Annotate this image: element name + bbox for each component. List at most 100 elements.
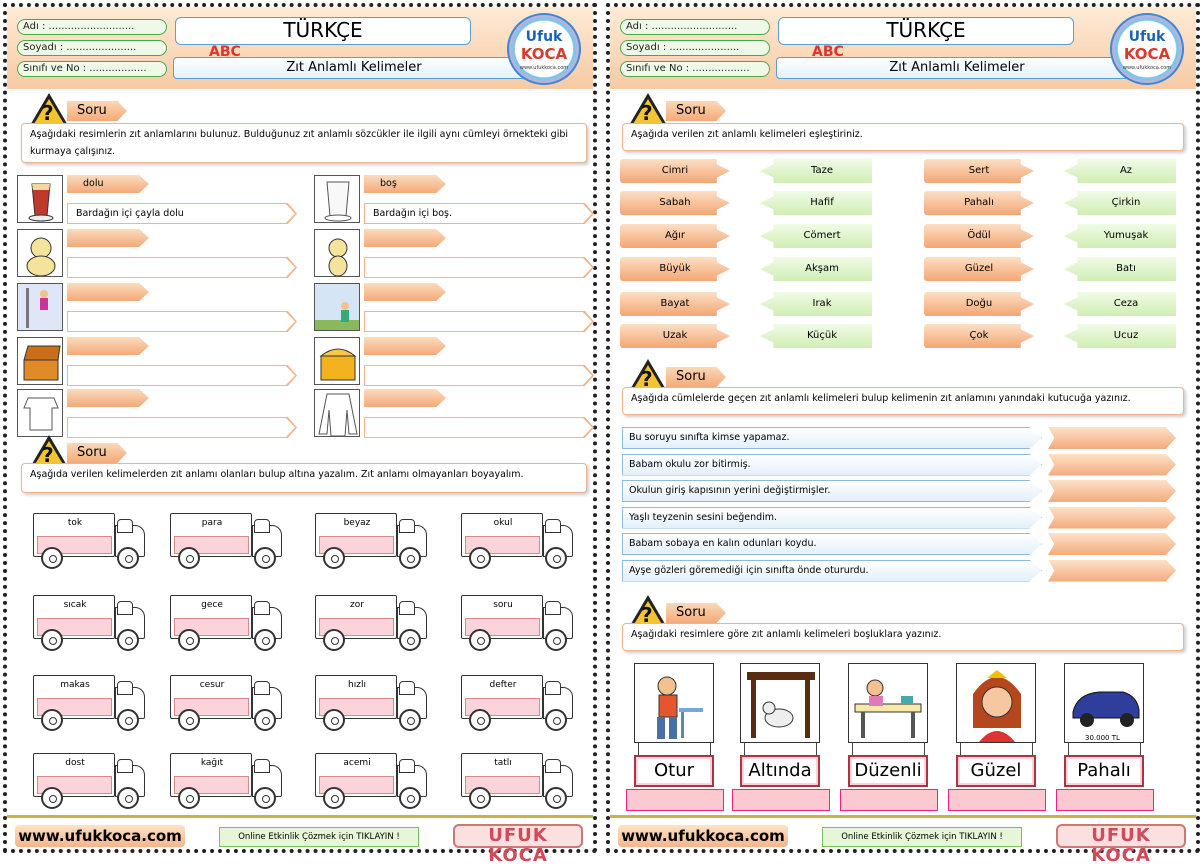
truck-card[interactable]: acemi	[315, 753, 431, 809]
truck-card[interactable]: tatlı	[461, 753, 577, 809]
class-label: Sınıfı ve No :	[23, 63, 90, 74]
answer-word-4-right[interactable]	[364, 337, 446, 355]
match-word[interactable]: Batı	[1064, 257, 1176, 281]
site-link[interactable]: www.ufukkoca.com	[618, 825, 788, 847]
wheel-icon	[254, 709, 276, 731]
truck-word: beyaz	[343, 518, 371, 528]
answer-word-2-right[interactable]	[364, 229, 446, 247]
answer-word-5-right[interactable]	[364, 389, 446, 407]
match-word[interactable]: Taze	[760, 159, 872, 183]
answer-sentence-2-left[interactable]	[67, 257, 297, 278]
truck-card[interactable]: para	[170, 513, 286, 569]
truck-card[interactable]: zor	[315, 595, 431, 651]
sentence-answer-box[interactable]	[1048, 559, 1176, 582]
picture-word: Düzenli	[848, 755, 928, 787]
wheel-icon	[545, 709, 567, 731]
answer-sentence-2-right[interactable]	[364, 257, 594, 278]
question-r2-text: Aşağıda cümlelerde geçen zıt anlamlı kel…	[622, 387, 1184, 415]
answer-word-4-left[interactable]	[67, 337, 149, 355]
truck-card[interactable]: gece	[170, 595, 286, 651]
answer-sentence-4-left[interactable]	[67, 365, 297, 386]
answer-word-3-left[interactable]	[67, 283, 149, 301]
truck-window	[399, 601, 415, 615]
match-word[interactable]: Sert	[924, 159, 1034, 183]
sentence-answer-box[interactable]	[1048, 427, 1176, 449]
truck-word: dost	[65, 758, 85, 768]
truck-word: acemi	[343, 758, 371, 768]
sentence-row: Yaşlı teyzenin sesini beğendim.	[622, 506, 1042, 529]
match-word[interactable]: Ödül	[924, 224, 1034, 248]
match-word[interactable]: Cimri	[620, 159, 730, 183]
truck-card[interactable]: makas	[33, 675, 149, 731]
truck-card[interactable]: cesur	[170, 675, 286, 731]
surname-field[interactable]: Soyadı : ......................	[17, 40, 167, 56]
truck-word: kağıt	[200, 758, 224, 768]
match-word[interactable]: Küçük	[760, 324, 872, 348]
soru-label: Soru	[666, 367, 726, 387]
class-field[interactable]: Sınıfı ve No : ..................	[17, 61, 167, 77]
online-activity-button[interactable]: Online Etkinlik Çözmek için TIKLAYIN !	[822, 827, 1022, 847]
answer-sentence-3-left[interactable]	[67, 311, 297, 332]
match-word[interactable]: Pahalı	[924, 191, 1034, 215]
match-word[interactable]: Ceza	[1064, 292, 1176, 316]
match-word[interactable]: Sabah	[620, 191, 730, 215]
standing-up-boy-icon	[634, 663, 714, 743]
answer-word-2-left[interactable]	[67, 229, 149, 247]
match-word[interactable]: Ucuz	[1064, 324, 1176, 348]
truck-card[interactable]: hızlı	[315, 675, 431, 731]
name-field[interactable]: Adı : ...........................	[17, 19, 167, 35]
online-activity-button[interactable]: Online Etkinlik Çözmek için TIKLAYIN !	[219, 827, 419, 847]
answer-sentence-4-right[interactable]	[364, 365, 594, 386]
truck-window	[545, 759, 561, 773]
truck-card[interactable]: okul	[461, 513, 577, 569]
match-word[interactable]: Büyük	[620, 257, 730, 281]
match-word[interactable]: Akşam	[760, 257, 872, 281]
wheel-icon	[41, 629, 63, 651]
truck-window	[545, 519, 561, 533]
truck-window	[117, 519, 133, 533]
topic-title: Zıt Anlamlı Kelimeler	[776, 57, 1138, 79]
truck-card[interactable]: soru	[461, 595, 577, 651]
truck-card[interactable]: dost	[33, 753, 149, 809]
truck-card[interactable]: tok	[33, 513, 149, 569]
truck-card[interactable]: beyaz	[315, 513, 431, 569]
truck-window	[117, 759, 133, 773]
sentence-answer-box[interactable]	[1048, 453, 1176, 476]
match-word[interactable]: Hafif	[760, 191, 872, 215]
wheel-icon	[545, 787, 567, 809]
match-word[interactable]: Çirkin	[1064, 191, 1176, 215]
answer-word-5-left[interactable]	[67, 389, 149, 407]
match-word[interactable]: Doğu	[924, 292, 1034, 316]
match-word[interactable]: Yumuşak	[1064, 224, 1176, 248]
sentence-answer-box[interactable]	[1048, 506, 1176, 529]
match-word[interactable]: Ağır	[620, 224, 730, 248]
subject-title: TÜRKÇE	[175, 17, 471, 45]
answer-sentence-5-left[interactable]	[67, 417, 297, 438]
site-link[interactable]: www.ufukkoca.com	[15, 825, 185, 847]
match-word[interactable]: Uzak	[620, 324, 730, 348]
answer-sentence-3-right[interactable]	[364, 311, 594, 332]
truck-card[interactable]: sıcak	[33, 595, 149, 651]
short-shirt-icon	[17, 389, 63, 437]
surname-field[interactable]: Soyadı : ......................	[620, 40, 770, 56]
truck-window	[399, 759, 415, 773]
logo-text-2: KOCA	[520, 45, 568, 63]
sentence-answer-box[interactable]	[1048, 533, 1176, 555]
truck-card[interactable]: kağıt	[170, 753, 286, 809]
match-word[interactable]: Bayat	[620, 292, 730, 316]
class-field[interactable]: Sınıfı ve No : ..................	[620, 61, 770, 77]
match-word[interactable]: Çok	[924, 324, 1034, 348]
answer-word-3-right[interactable]	[364, 283, 446, 301]
girl-high-icon	[17, 283, 63, 331]
match-word[interactable]: Irak	[760, 292, 872, 316]
logo-text-1: Ufuk	[1128, 29, 1166, 45]
truck-card[interactable]: defter	[461, 675, 577, 731]
match-word[interactable]: Az	[1064, 159, 1176, 183]
wheel-icon	[117, 787, 139, 809]
name-field[interactable]: Adı : ...........................	[620, 19, 770, 35]
match-word[interactable]: Güzel	[924, 257, 1034, 281]
wheel-icon	[254, 629, 276, 651]
match-word[interactable]: Cömert	[760, 224, 872, 248]
sentence-answer-box[interactable]	[1048, 480, 1176, 502]
answer-sentence-5-right[interactable]	[364, 417, 594, 438]
